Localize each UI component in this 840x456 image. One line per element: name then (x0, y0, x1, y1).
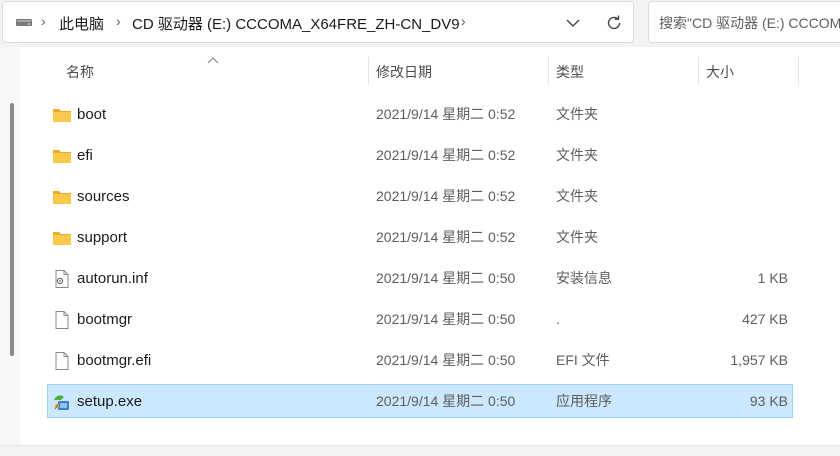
file-name: sources (77, 188, 130, 205)
column-header: 名称 修改日期 类型 大小 (20, 55, 840, 89)
cd-drive-icon (16, 19, 32, 26)
status-bar (0, 445, 840, 456)
setup-app-icon (54, 395, 69, 410)
chevron-down-icon (566, 19, 580, 27)
column-divider[interactable] (798, 57, 799, 85)
file-date: 2021/9/14 星期二 0:50 (376, 393, 516, 409)
file-name: boot (77, 106, 107, 123)
file-type: 文件夹 (556, 188, 598, 204)
file-date: 2021/9/14 星期二 0:52 (376, 147, 516, 163)
file-name: autorun.inf (77, 270, 148, 287)
file-type: 文件夹 (556, 106, 598, 122)
address-bar[interactable]: › 此电脑 › CD 驱动器 (E:) CCCOMA_X64FRE_ZH-CN_… (2, 1, 634, 43)
file-row[interactable]: bootmgr 2021/9/14 星期二 0:50 . 427 KB (47, 302, 793, 336)
address-history-dropdown[interactable] (560, 10, 586, 36)
file-row[interactable]: support 2021/9/14 星期二 0:52 文件夹 (47, 220, 793, 254)
column-header-type[interactable]: 类型 (556, 55, 584, 89)
folder-icon (53, 232, 71, 245)
folder-icon (53, 109, 71, 122)
top-bar: › 此电脑 › CD 驱动器 (E:) CCCOMA_X64FRE_ZH-CN_… (0, 0, 840, 47)
file-name: bootmgr (77, 311, 133, 328)
file-type: EFI 文件 (556, 352, 610, 368)
file-type: 文件夹 (556, 229, 598, 245)
navigation-scrollbar[interactable] (10, 103, 14, 356)
search-input[interactable] (657, 12, 840, 34)
file-icon (55, 311, 69, 329)
file-date: 2021/9/14 星期二 0:50 (376, 311, 516, 327)
breadcrumb-cd-drive[interactable]: CD 驱动器 (E:) CCCOMA_X64FRE_ZH-CN_DV9 (132, 13, 460, 34)
file-icon (55, 352, 69, 370)
sort-ascending-icon (207, 57, 219, 64)
column-header-size[interactable]: 大小 (706, 55, 734, 89)
file-size: 427 KB (742, 311, 788, 327)
breadcrumb-separator-icon[interactable]: › (41, 13, 46, 29)
breadcrumb-separator-icon[interactable]: › (116, 13, 121, 29)
file-date: 2021/9/14 星期二 0:52 (376, 188, 516, 204)
column-divider[interactable] (548, 57, 549, 85)
file-size: 1 KB (757, 270, 788, 286)
settings-file-icon (55, 270, 69, 288)
column-divider[interactable] (698, 57, 699, 85)
file-date: 2021/9/14 星期二 0:52 (376, 106, 516, 122)
search-box[interactable] (648, 1, 840, 43)
file-name: setup.exe (77, 393, 143, 410)
file-type: 应用程序 (556, 393, 612, 409)
breadcrumb-this-pc[interactable]: 此电脑 (59, 13, 104, 34)
file-name: efi (77, 147, 93, 164)
file-size: 93 KB (749, 393, 788, 409)
file-name: support (77, 229, 128, 246)
refresh-icon (607, 15, 621, 30)
folder-icon (53, 191, 71, 204)
file-row-selected[interactable]: setup.exe 2021/9/14 星期二 0:50 应用程序 93 KB (47, 384, 793, 418)
column-divider[interactable] (368, 57, 369, 85)
column-header-name[interactable]: 名称 (66, 55, 94, 89)
file-type: 文件夹 (556, 147, 598, 163)
file-row[interactable]: autorun.inf 2021/9/14 星期二 0:50 安装信息 1 KB (47, 261, 793, 295)
refresh-button[interactable] (601, 10, 627, 36)
file-date: 2021/9/14 星期二 0:50 (376, 352, 516, 368)
column-header-date[interactable]: 修改日期 (376, 55, 432, 89)
file-row[interactable]: bootmgr.efi 2021/9/14 星期二 0:50 EFI 文件 1,… (47, 343, 793, 377)
file-row[interactable]: efi 2021/9/14 星期二 0:52 文件夹 (47, 138, 793, 172)
file-size: 1,957 KB (730, 352, 788, 368)
folder-icon (53, 150, 71, 163)
file-row[interactable]: sources 2021/9/14 星期二 0:52 文件夹 (47, 179, 793, 213)
file-row[interactable]: boot 2021/9/14 星期二 0:52 文件夹 (47, 97, 793, 131)
file-type: . (556, 311, 560, 327)
breadcrumb-separator-icon[interactable]: › (461, 13, 466, 29)
file-type: 安装信息 (556, 270, 612, 286)
file-date: 2021/9/14 星期二 0:50 (376, 270, 516, 286)
file-date: 2021/9/14 星期二 0:52 (376, 229, 516, 245)
file-name: bootmgr.efi (77, 352, 152, 369)
